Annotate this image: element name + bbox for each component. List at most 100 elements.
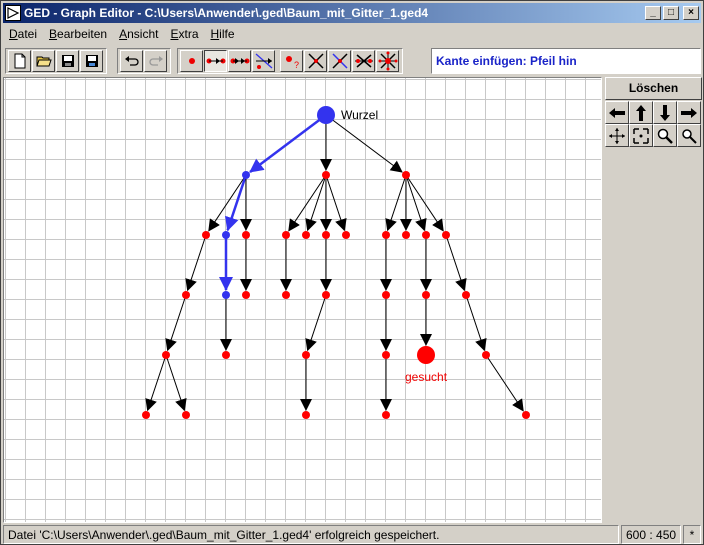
graph-node[interactable] [222,231,230,239]
delete-button[interactable]: Löschen [605,77,702,100]
scroll-right-button[interactable] [677,101,701,124]
graph-node[interactable] [282,291,290,299]
zoom-out-button[interactable] [677,124,701,147]
scroll-up-button[interactable] [629,101,653,124]
graph-node[interactable] [222,351,230,359]
graph-node[interactable] [442,231,450,239]
menu-datei[interactable]: Datei [3,27,43,41]
move-all-button[interactable] [605,124,629,147]
arrow-reverse-icon [255,53,272,69]
minimize-button[interactable]: _ [645,6,661,20]
delete-node-2-button[interactable] [376,50,399,72]
file-toolbar-group [5,48,107,74]
graph-node[interactable] [322,291,330,299]
arrow-reverse-button[interactable] [252,50,275,72]
graph-node[interactable] [382,351,390,359]
zoom-in-button[interactable] [653,124,677,147]
insert-arrow-icon [230,58,249,64]
graph-edge[interactable] [405,174,427,232]
graph-node[interactable] [182,411,190,419]
graph-edge[interactable] [288,174,327,232]
graph-node[interactable] [382,231,390,239]
graph-node[interactable] [162,351,170,359]
new-file-button[interactable] [8,50,31,72]
graph-edge[interactable] [465,294,487,352]
graph-edge[interactable] [185,234,207,292]
window-title: GED - Graph Editor - C:\Users\Anwender\.… [24,6,429,20]
graph-node[interactable] [302,351,310,359]
root-node[interactable] [317,106,335,124]
graph-edge[interactable] [305,294,327,352]
graph-node[interactable] [222,291,230,299]
node-query-button[interactable]: ? [280,50,303,72]
graph-node[interactable] [242,231,250,239]
graph-edge[interactable] [405,174,444,232]
status-message: Datei 'C:\Users\Anwender\.ged\Baum_mit_G… [3,525,619,544]
menu-bearbeiten[interactable]: Bearbeiten [43,27,113,41]
graph-edge[interactable] [305,174,327,232]
move-all-icon [609,127,625,144]
scroll-down-button[interactable] [653,101,677,124]
insert-arrow-button[interactable] [228,50,251,72]
graph-node[interactable] [302,411,310,419]
scroll-left-button[interactable] [605,101,629,124]
title-bar[interactable]: GED - Graph Editor - C:\Users\Anwender\.… [3,3,701,23]
graph-node[interactable] [402,171,410,179]
graph-node[interactable] [182,291,190,299]
delete-edge-button[interactable] [304,50,327,72]
close-button[interactable]: × [683,6,699,20]
menu-extra[interactable]: Extra [164,27,204,41]
graph-node[interactable] [522,411,530,419]
graph-edge[interactable] [165,294,187,352]
right-panel: Löschen [604,77,702,523]
graph-canvas[interactable]: Wurzel gesucht [3,77,602,523]
graph-node[interactable] [242,171,250,179]
graph-drawing[interactable]: Wurzel gesucht [4,78,602,523]
open-button[interactable] [32,50,55,72]
graph-node[interactable] [422,231,430,239]
graph-edge[interactable] [485,354,524,412]
undo-button[interactable] [120,50,143,72]
main-window: GED - Graph Editor - C:\Users\Anwender\.… [0,0,704,545]
graph-node[interactable] [462,291,470,299]
graph-node[interactable] [322,171,330,179]
graph-node[interactable] [282,231,290,239]
graph-node[interactable] [342,231,350,239]
graph-edge[interactable] [445,234,467,292]
graph-edge[interactable] [208,174,247,232]
redo-button[interactable] [144,50,167,72]
goal-node[interactable] [417,346,435,364]
graph-node[interactable] [302,231,310,239]
graph-edge[interactable] [325,114,403,173]
save-as-button[interactable] [80,50,103,72]
graph-node[interactable] [382,291,390,299]
save-button[interactable] [56,50,79,72]
delete-node-button[interactable] [352,50,375,72]
graph-node[interactable] [242,291,250,299]
menu-ansicht[interactable]: Ansicht [113,27,164,41]
insert-edge-button[interactable] [204,50,227,72]
maximize-button[interactable]: □ [663,6,679,20]
fit-view-button[interactable] [629,124,653,147]
graph-node[interactable] [482,351,490,359]
graph-edge[interactable] [385,174,407,232]
graph-node[interactable] [422,291,430,299]
graph-node[interactable] [202,231,210,239]
graph-node[interactable] [382,411,390,419]
graph-edge[interactable] [325,174,347,232]
graph-edge[interactable] [225,174,248,232]
insert-node-button[interactable] [180,50,203,72]
graph-node[interactable] [402,231,410,239]
mode-toolbar-group: ? [177,48,403,74]
modified-indicator: * [683,525,701,544]
graph-edge[interactable] [165,354,187,412]
graph-node[interactable] [322,231,330,239]
redo-icon [148,56,163,66]
menu-hilfe[interactable]: Hilfe [205,27,241,41]
graph-node[interactable] [142,411,150,419]
delete-edge-2-button[interactable] [328,50,351,72]
active-mode-display: Kante einfügen: Pfeil hin [431,48,701,74]
graph-edge[interactable] [249,114,327,173]
graph-edge[interactable] [145,354,167,412]
arrow-right-icon [681,107,697,118]
